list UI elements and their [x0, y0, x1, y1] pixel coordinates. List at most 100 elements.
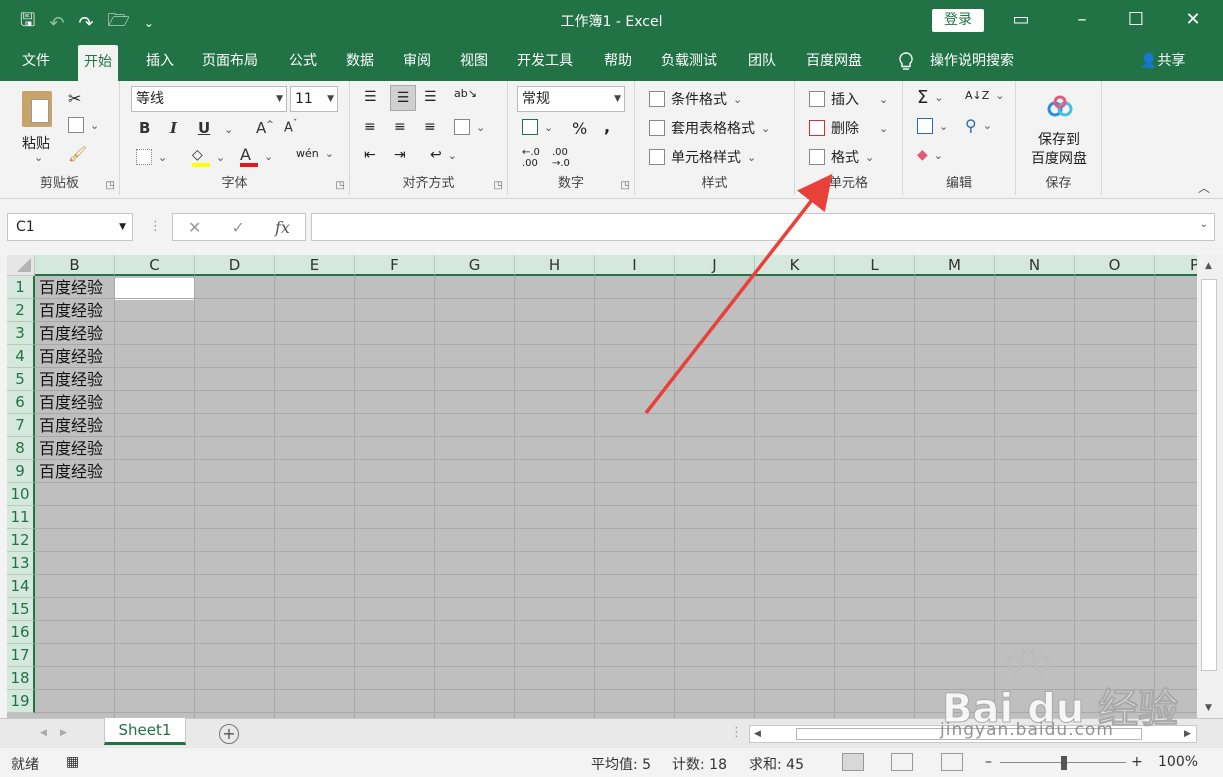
cut-icon[interactable]: ✂: [68, 89, 81, 108]
cell-b2[interactable]: 百度经验: [36, 299, 115, 322]
share-button[interactable]: 👤共享: [1140, 41, 1185, 81]
column-header-k[interactable]: K: [755, 255, 835, 276]
row-header-13[interactable]: 13: [7, 552, 35, 575]
cell-styles-button[interactable]: 单元格样式 ⌄: [649, 147, 756, 167]
minimize-icon[interactable]: –: [1067, 6, 1097, 34]
format-painter-icon[interactable]: 🖌: [68, 145, 87, 163]
row-header-8[interactable]: 8: [7, 437, 35, 460]
column-header-b[interactable]: B: [35, 255, 115, 276]
paste-icon[interactable]: [22, 91, 52, 127]
align-center-icon[interactable]: ≡: [394, 119, 406, 135]
normal-view-icon[interactable]: [842, 753, 864, 771]
bold-button[interactable]: B: [139, 119, 150, 137]
column-header-c[interactable]: C: [115, 255, 195, 276]
row-header-16[interactable]: 16: [7, 621, 35, 644]
row-header-10[interactable]: 10: [7, 483, 35, 506]
font-launcher-icon[interactable]: ◳: [336, 180, 345, 191]
column-header-n[interactable]: N: [995, 255, 1075, 276]
tab-file[interactable]: 文件: [16, 41, 56, 81]
add-sheet-icon[interactable]: +: [219, 724, 239, 744]
insert-function-icon[interactable]: fx: [275, 218, 290, 237]
confirm-entry-icon[interactable]: ✓: [232, 218, 245, 237]
scroll-down-icon[interactable]: ▼: [1205, 703, 1212, 713]
ribbon-display-icon[interactable]: ▭: [1006, 6, 1036, 34]
tab-review[interactable]: 审阅: [397, 41, 437, 81]
font-name-combo[interactable]: 等线 ▼: [131, 86, 287, 112]
cancel-entry-icon[interactable]: ✕: [188, 218, 201, 237]
fill-color-icon[interactable]: ◇ ⌄: [192, 147, 225, 167]
format-as-table-button[interactable]: 套用表格格式 ⌄: [649, 118, 770, 138]
row-header-15[interactable]: 15: [7, 598, 35, 621]
row-header-18[interactable]: 18: [7, 667, 35, 690]
vertical-scroll-thumb[interactable]: [1201, 279, 1217, 671]
tab-formulas[interactable]: 公式: [283, 41, 323, 81]
column-header-d[interactable]: D: [195, 255, 275, 276]
row-header-1[interactable]: 1: [7, 276, 35, 299]
row-header-14[interactable]: 14: [7, 575, 35, 598]
select-all-button[interactable]: [7, 255, 35, 276]
conditional-format-button[interactable]: 条件格式 ⌄: [649, 89, 742, 109]
currency-icon[interactable]: ⌄: [522, 119, 553, 135]
increase-font-icon[interactable]: A^: [256, 119, 274, 137]
tab-team[interactable]: 团队: [742, 41, 782, 81]
worksheet-grid[interactable]: B C D E F G H I J K L M N O P 1 2 3 4 5 6 7 8 9 10 11 12 13 14 15 16 17…: [7, 255, 1197, 718]
cell-b7[interactable]: 百度经验: [36, 414, 115, 437]
underline-dropdown-icon[interactable]: ⌄: [224, 123, 233, 136]
baidu-netdisk-icon[interactable]: [1046, 95, 1074, 119]
phonetic-guide-icon[interactable]: wén ⌄: [296, 147, 334, 160]
cell-b4[interactable]: 百度经验: [36, 345, 115, 368]
borders-icon[interactable]: ⌄: [136, 149, 167, 165]
sheet-tab-sheet1[interactable]: Sheet1: [104, 718, 186, 745]
row-header-7[interactable]: 7: [7, 414, 35, 437]
tab-splitter[interactable]: ⋮: [730, 725, 743, 740]
sort-filter-icon[interactable]: A↓Z ⌄: [965, 89, 1005, 102]
comma-icon[interactable]: ,: [604, 117, 610, 136]
column-header-h[interactable]: H: [515, 255, 595, 276]
close-icon[interactable]: ✕: [1178, 6, 1208, 34]
row-header-4[interactable]: 4: [7, 345, 35, 368]
format-cells-button[interactable]: 格式 ⌄: [809, 147, 874, 167]
orientation-icon[interactable]: ab↘: [454, 87, 477, 100]
signin-button[interactable]: 登录: [932, 9, 984, 32]
align-left-icon[interactable]: ≡: [364, 119, 376, 135]
italic-button[interactable]: I: [170, 119, 177, 137]
insert-cells-button[interactable]: 插入 ⌄: [809, 89, 888, 109]
clipboard-launcher-icon[interactable]: ◳: [106, 180, 115, 191]
row-header-9[interactable]: 9: [7, 460, 35, 483]
row-header-6[interactable]: 6: [7, 391, 35, 414]
copy-icon[interactable]: ⌄: [68, 117, 99, 133]
font-color-icon[interactable]: A ⌄: [240, 145, 273, 167]
underline-button[interactable]: U: [198, 119, 210, 137]
scroll-left-icon[interactable]: ◀: [754, 729, 761, 739]
tab-home[interactable]: 开始: [78, 45, 118, 81]
column-header-p[interactable]: P: [1155, 255, 1197, 276]
column-header-o[interactable]: O: [1075, 255, 1155, 276]
save-to-netdisk-button[interactable]: 保存到 百度网盘: [1016, 131, 1102, 169]
merge-center-icon[interactable]: ⌄: [454, 119, 485, 135]
tab-data[interactable]: 数据: [340, 41, 380, 81]
fill-icon[interactable]: ⌄: [917, 118, 948, 134]
decrease-decimal-icon[interactable]: .00 →.0: [552, 147, 570, 169]
selected-cell-c1[interactable]: [115, 278, 195, 300]
page-layout-view-icon[interactable]: [891, 753, 913, 771]
cell-b6[interactable]: 百度经验: [36, 391, 115, 414]
decrease-indent-icon[interactable]: ⇤: [364, 147, 376, 163]
align-right-icon[interactable]: ≡: [424, 119, 436, 135]
tab-developer[interactable]: 开发工具: [511, 41, 579, 81]
tab-help[interactable]: 帮助: [598, 41, 638, 81]
paste-dropdown-icon[interactable]: ⌄: [34, 151, 43, 164]
align-top-icon[interactable]: ☰: [364, 89, 377, 105]
column-header-l[interactable]: L: [835, 255, 915, 276]
column-header-f[interactable]: F: [355, 255, 435, 276]
tab-insert[interactable]: 插入: [140, 41, 180, 81]
autosum-icon[interactable]: Σ ⌄: [917, 87, 944, 108]
macro-record-icon[interactable]: ▦: [66, 754, 79, 770]
tell-me-search[interactable]: 操作说明搜索: [930, 41, 1014, 81]
row-header-2[interactable]: 2: [7, 299, 35, 322]
column-header-i[interactable]: I: [595, 255, 675, 276]
align-bottom-icon[interactable]: ☰: [424, 89, 437, 105]
column-header-e[interactable]: E: [275, 255, 355, 276]
clear-icon[interactable]: ◆ ⌄: [917, 147, 943, 163]
delete-cells-button[interactable]: 删除 ⌄: [809, 118, 888, 138]
cell-b1[interactable]: 百度经验: [36, 276, 115, 299]
